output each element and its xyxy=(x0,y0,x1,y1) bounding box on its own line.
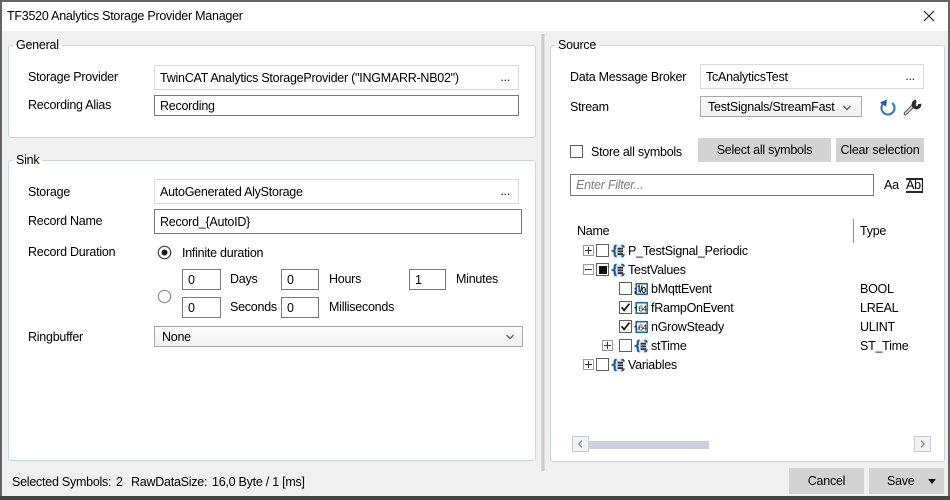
svg-text:64: 64 xyxy=(638,322,647,332)
svg-text:64: 64 xyxy=(638,303,647,313)
